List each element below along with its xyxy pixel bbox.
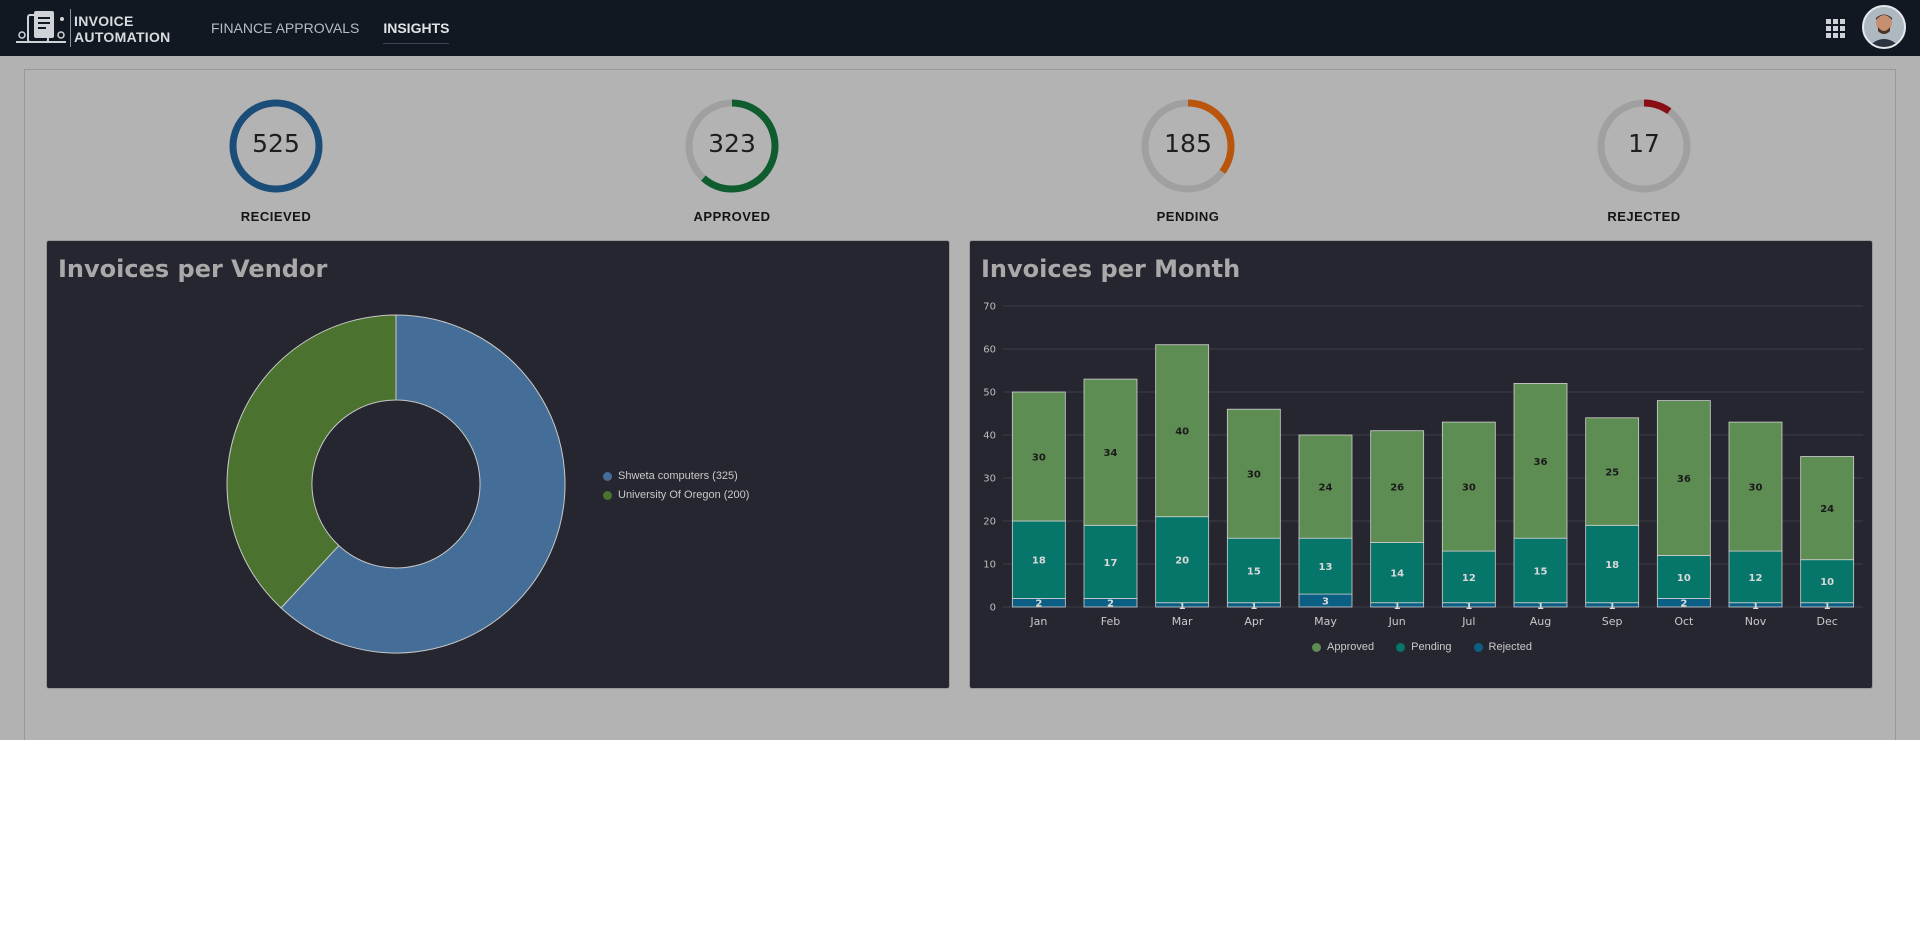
x-tick-label: Mar xyxy=(1172,615,1193,628)
y-tick-label: 40 xyxy=(983,431,996,442)
app-title-line2: AUTOMATION xyxy=(74,29,171,45)
user-avatar-icon xyxy=(1864,7,1904,47)
bar-value-label: 12 xyxy=(1749,573,1763,584)
legend-approved[interactable]: Approved xyxy=(1312,641,1374,653)
vendor-legend-label: Shweta computers (325) xyxy=(618,470,738,482)
stat-received: 525 RECIEVED xyxy=(196,96,356,224)
bar-value-label: 26 xyxy=(1390,483,1404,494)
x-tick-label: Oct xyxy=(1674,615,1694,628)
month-legend: Approved Pending Rejected xyxy=(970,641,1874,653)
x-tick-label: Apr xyxy=(1244,615,1264,628)
app-title: INVOICE AUTOMATION xyxy=(74,13,171,45)
invoice-logo-icon xyxy=(16,11,66,43)
bar-value-label: 24 xyxy=(1820,504,1834,515)
app-title-line1: INVOICE xyxy=(74,13,134,29)
x-tick-label: Jul xyxy=(1461,615,1475,628)
x-tick-label: Feb xyxy=(1101,615,1120,628)
logo-divider xyxy=(70,9,71,47)
legend-pending-label: Pending xyxy=(1411,641,1452,653)
bar-value-label: 2 xyxy=(1107,599,1114,610)
bar-value-label: 15 xyxy=(1247,566,1261,577)
bar-value-label: 2 xyxy=(1680,599,1687,610)
legend-dot xyxy=(603,471,612,481)
x-tick-label: May xyxy=(1314,615,1337,628)
stat-approved: 323 APPROVED xyxy=(652,96,812,224)
approved-label: APPROVED xyxy=(693,209,771,224)
bar-value-label: 18 xyxy=(1605,560,1619,571)
bar-value-label: 12 xyxy=(1462,573,1476,584)
x-tick-label: Jun xyxy=(1388,615,1406,628)
bar-value-label: 17 xyxy=(1104,558,1118,569)
bar-value-label: 10 xyxy=(1820,577,1834,588)
vendor-donut-chart xyxy=(226,314,566,654)
nav-insights[interactable]: INSIGHTS xyxy=(383,20,450,44)
user-avatar[interactable] xyxy=(1862,5,1906,49)
bar-value-label: 15 xyxy=(1534,566,1548,577)
bar-value-label: 13 xyxy=(1319,562,1333,573)
y-tick-label: 0 xyxy=(990,603,996,614)
main-nav: FINANCE APPROVALS INSIGHTS xyxy=(211,20,450,44)
vendor-legend-item[interactable]: Shweta computers (325) xyxy=(603,470,738,482)
x-tick-label: Aug xyxy=(1530,615,1551,628)
x-tick-label: Sep xyxy=(1602,615,1623,628)
legend-approved-label: Approved xyxy=(1327,641,1375,653)
x-tick-label: Jan xyxy=(1029,615,1047,628)
bar-value-label: 10 xyxy=(1677,573,1691,584)
legend-dot xyxy=(1473,642,1483,652)
bar-value-label: 2 xyxy=(1035,599,1042,610)
legend-rejected-label: Rejected xyxy=(1488,641,1532,653)
rejected-label: REJECTED xyxy=(1607,209,1681,224)
grid-icon[interactable] xyxy=(1826,19,1846,39)
bar-value-label: 36 xyxy=(1677,474,1691,485)
y-tick-label: 50 xyxy=(983,388,996,399)
received-label: RECIEVED xyxy=(240,209,312,224)
bar-value-label: 30 xyxy=(1749,483,1763,494)
received-value: 525 xyxy=(252,129,300,158)
bar-value-label: 3 xyxy=(1322,597,1329,608)
legend-dot xyxy=(603,490,612,500)
legend-pending[interactable]: Pending xyxy=(1396,641,1452,653)
bar-value-label: 25 xyxy=(1605,468,1619,479)
top-bar: INVOICE AUTOMATION FINANCE APPROVALS INS… xyxy=(0,0,1920,56)
bar-value-label: 34 xyxy=(1104,448,1118,459)
bar-value-label: 14 xyxy=(1390,569,1404,580)
bar-value-label: 36 xyxy=(1534,457,1548,468)
bar-value-label: 40 xyxy=(1175,427,1189,438)
legend-rejected[interactable]: Rejected xyxy=(1473,641,1532,653)
bar-value-label: 30 xyxy=(1462,483,1476,494)
vendor-legend-item[interactable]: University Of Oregon (200) xyxy=(603,489,749,501)
pending-value: 185 xyxy=(1164,129,1212,158)
legend-dot xyxy=(1396,642,1406,652)
approved-value: 323 xyxy=(708,129,756,158)
nav-finance-approvals[interactable]: FINANCE APPROVALS xyxy=(211,20,359,44)
month-bar-chart: 01020304050607021830Jan21734Feb12040Mar1… xyxy=(983,302,1863,628)
legend-dot xyxy=(1312,642,1322,652)
bar-value-label: 30 xyxy=(1247,470,1261,481)
vendor-legend-label: University Of Oregon (200) xyxy=(618,489,750,501)
bar-value-label: 20 xyxy=(1175,556,1189,567)
vendor-chart-card: Invoices per Vendor Shweta computers (32… xyxy=(46,240,950,689)
stat-pending: 185 PENDING xyxy=(1108,96,1268,224)
bar-value-label: 30 xyxy=(1032,453,1046,464)
y-tick-label: 70 xyxy=(983,302,996,313)
stat-rejected: 17 REJECTED xyxy=(1564,96,1724,224)
bar-value-label: 24 xyxy=(1319,483,1333,494)
x-tick-label: Nov xyxy=(1745,615,1767,628)
rejected-value: 17 xyxy=(1628,129,1660,158)
x-tick-label: Dec xyxy=(1817,615,1838,628)
y-tick-label: 10 xyxy=(983,560,996,571)
y-tick-label: 20 xyxy=(983,517,996,528)
month-chart-card: Invoices per Month 0 10 20 30 40 50 60 70 2 18 30 J… xyxy=(969,240,1873,689)
bar-value-label: 18 xyxy=(1032,556,1046,567)
y-tick-label: 30 xyxy=(983,474,996,485)
pending-label: PENDING xyxy=(1156,209,1220,224)
y-tick-label: 60 xyxy=(983,345,996,356)
